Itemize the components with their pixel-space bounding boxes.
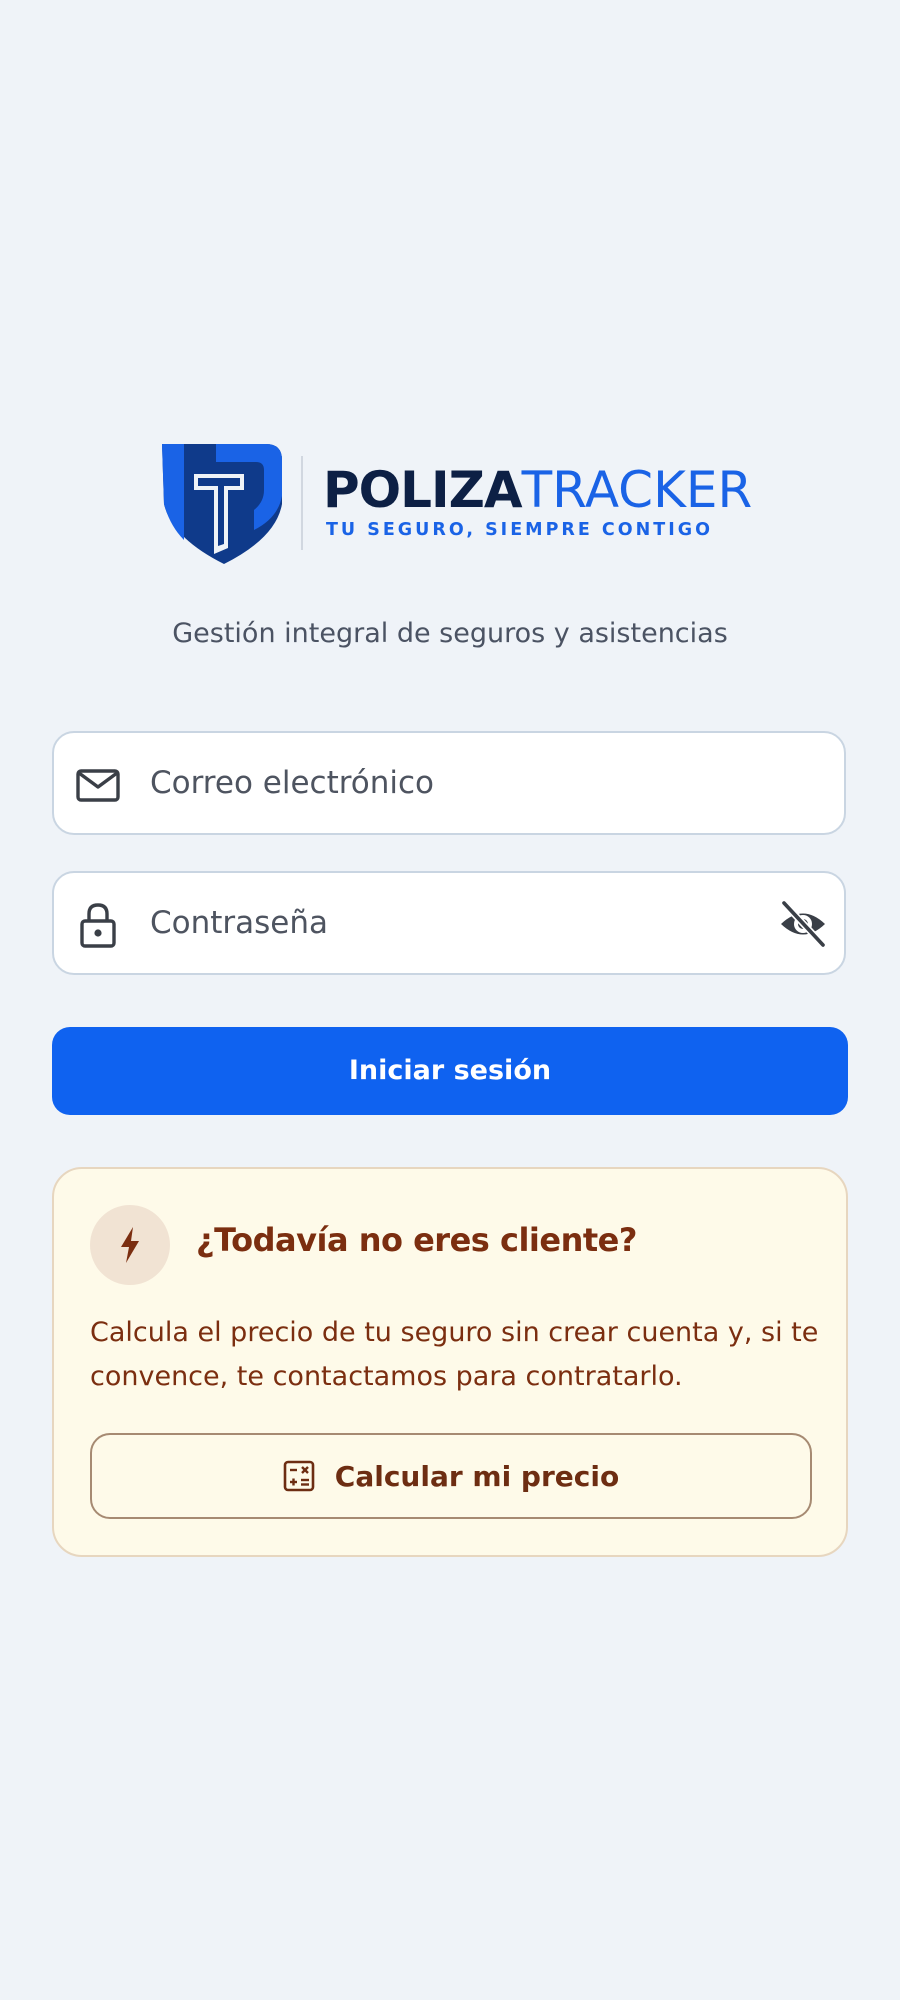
lock-icon xyxy=(80,903,116,948)
brand-name-part1: POLIZA xyxy=(323,461,523,519)
login-screen: POLIZATRACKER TU SEGURO, SIEMPRE CONTIGO… xyxy=(0,0,900,2000)
brand-logo: POLIZATRACKER TU SEGURO, SIEMPRE CONTIGO xyxy=(158,440,752,566)
promo-title: ¿Todavía no eres cliente? xyxy=(196,1221,637,1259)
mail-icon xyxy=(76,769,120,802)
eye-off-icon[interactable] xyxy=(778,899,828,949)
shield-logo-icon xyxy=(162,444,282,564)
calculator-icon xyxy=(283,1460,315,1492)
password-input[interactable] xyxy=(150,873,710,973)
brand-name-part2: TRACKER xyxy=(521,461,753,519)
calculate-price-label: Calcular mi precio xyxy=(334,1459,620,1493)
email-input[interactable] xyxy=(150,733,710,833)
brand-wordmark: POLIZATRACKER xyxy=(323,460,752,520)
promo-text: Calcula el precio de tu seguro sin crear… xyxy=(90,1317,819,1392)
logo-divider xyxy=(301,456,303,550)
promo-card: ¿Todavía no eres cliente? Calcula el pre… xyxy=(52,1167,848,1557)
app-subtitle: Gestión integral de seguros y asistencia… xyxy=(172,618,728,649)
promo-badge xyxy=(90,1205,170,1285)
login-button[interactable]: Iniciar sesión xyxy=(52,1027,848,1115)
calculate-price-button[interactable]: Calcular mi precio xyxy=(90,1433,812,1519)
password-field[interactable] xyxy=(52,871,846,975)
brand-tagline: TU SEGURO, SIEMPRE CONTIGO xyxy=(326,520,713,540)
email-field[interactable] xyxy=(52,731,846,835)
lightning-icon xyxy=(121,1227,139,1263)
